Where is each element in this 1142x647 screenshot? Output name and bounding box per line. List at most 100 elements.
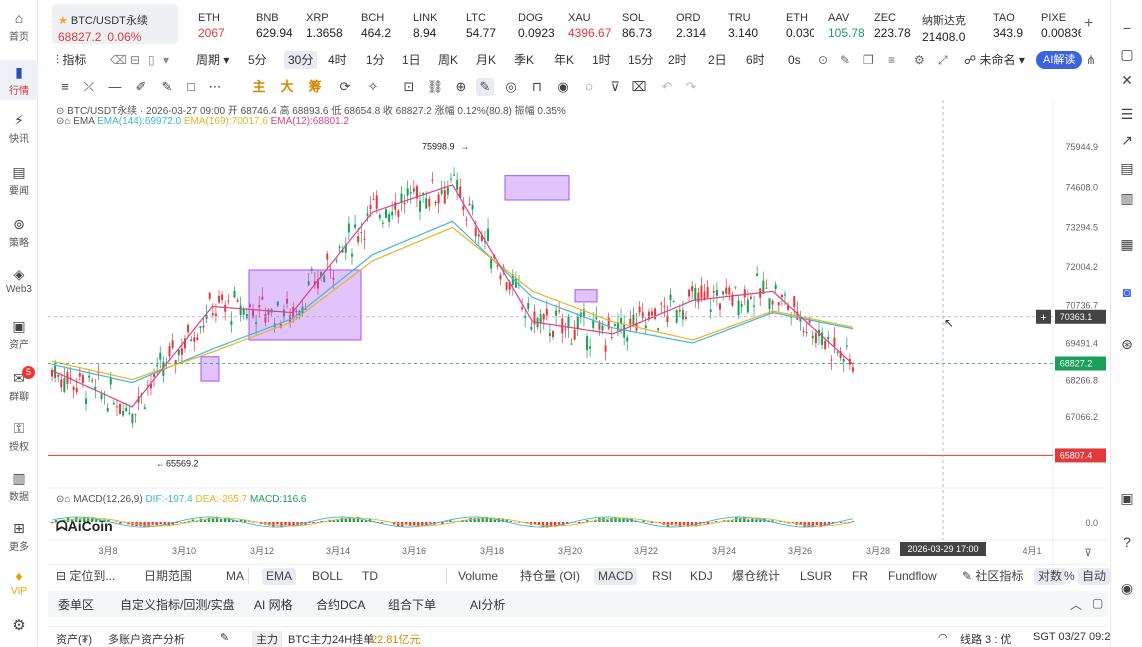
grid-layout-icon[interactable]: ⊟ <box>130 51 140 69</box>
indicator-tab-5[interactable]: 持仓量 (OI) <box>520 568 580 585</box>
nav-item-vip[interactable]: ♦ VIP <box>0 568 38 604</box>
layout-dropdown-icon[interactable]: ▾ <box>163 51 169 69</box>
ticker-item[interactable]: LINK 8.94 <box>413 4 458 44</box>
community-indicator-button[interactable]: ✎ 社区指标 <box>962 568 1023 585</box>
indicator-tab-6[interactable]: MACD <box>594 568 638 585</box>
settings-icon[interactable]: ⚙ <box>914 51 925 69</box>
camera-icon[interactable]: ⊙ <box>818 51 828 69</box>
share-icon[interactable]: ⋔ <box>1086 51 1096 69</box>
nav-item-news-flash[interactable]: ⚡ 快讯 <box>0 112 38 148</box>
date-range-button[interactable]: 日期范围 <box>144 568 192 585</box>
interval-5[interactable]: 周K <box>438 51 458 69</box>
indicator-tab-12[interactable]: Fundflow <box>888 568 937 585</box>
nav-item-chat[interactable]: ✉ 群聊 5 <box>0 366 38 406</box>
nav-item-home[interactable]: ⌂ 首页 <box>0 10 38 46</box>
kline-chart[interactable]: 75944.9 74608.0 73294.5 72004.2 70736.7 69491… <box>48 100 1108 564</box>
line-status[interactable]: 线路 3 : 优 <box>960 631 1011 647</box>
ticker-item[interactable]: 纳斯达克 21408.0 <box>922 4 972 44</box>
nav-item-robot[interactable]: ⊚ 策略 <box>0 216 38 252</box>
indicator-tab-3[interactable]: TD <box>362 568 378 585</box>
pencil-tool-icon[interactable]: ✎ <box>158 78 176 96</box>
interval-4[interactable]: 1日 <box>402 51 421 69</box>
panel-maximize-icon[interactable]: ▢ <box>1092 596 1103 610</box>
indicator-tab-9[interactable]: 爆仓统计 <box>732 568 780 585</box>
bottom-tab-3[interactable]: 合约DCA <box>316 596 365 613</box>
close-window-icon[interactable]: ✕ <box>1119 72 1135 88</box>
layers-icon[interactable]: ≡ <box>888 51 895 69</box>
indicator-tab-11[interactable]: FR <box>852 568 868 585</box>
undo-icon[interactable]: ↶ <box>658 78 676 96</box>
edit-icon[interactable]: ✎ <box>220 631 229 644</box>
nav-item-key[interactable]: ⚿ 授权 <box>0 420 38 456</box>
multi-account-analysis[interactable]: 多账户资产分析 <box>108 631 185 647</box>
indicator-tab-2[interactable]: BOLL <box>312 568 343 585</box>
document-icon[interactable]: ▥ <box>1119 190 1135 206</box>
settings-icon[interactable]: ⚙ <box>10 616 28 634</box>
ticker-item[interactable]: ETH 0.03005 <box>786 4 814 44</box>
interval-0[interactable]: 5分 <box>248 51 267 69</box>
auto-draw-icon[interactable]: ⟳ <box>336 78 354 96</box>
redo-icon[interactable]: ↷ <box>682 78 700 96</box>
lock-icon[interactable]: ⊓ <box>528 78 546 96</box>
help-icon[interactable]: ? <box>1119 534 1135 550</box>
main-chart-button[interactable]: 主 <box>250 78 268 96</box>
percent-toggle[interactable]: % <box>1064 568 1075 585</box>
fullscreen-icon[interactable]: ⤢ <box>938 51 948 69</box>
panel-icon[interactable]: ▣ <box>1119 490 1135 506</box>
draw-mode-icon[interactable]: ✎ <box>476 78 494 96</box>
interval-9[interactable]: 1时 <box>592 51 611 69</box>
ticker-item[interactable]: XAU 4396.67 <box>568 4 612 44</box>
ticker-item[interactable]: ORD 2.314 <box>676 4 718 44</box>
interval-1[interactable]: 30分 <box>284 51 318 69</box>
pen-icon[interactable]: ✎ <box>840 51 850 69</box>
chip-button[interactable]: 筹 <box>306 78 324 96</box>
indicator-tab-1[interactable]: EMA <box>262 568 297 585</box>
crosshair-tool-icon[interactable]: ⤫ <box>80 78 98 96</box>
ticker-item[interactable]: AAV 105.78 <box>828 4 864 44</box>
order-zone-box[interactable] <box>504 175 570 201</box>
interval-12[interactable]: 2日 <box>708 51 727 69</box>
rectangle-tool-icon[interactable]: □ <box>182 78 200 96</box>
nav-item-wallet[interactable]: ▣ 资产 <box>0 318 38 354</box>
ruler-icon[interactable]: ⊡ <box>400 78 418 96</box>
brush-tool-icon[interactable]: ✐ <box>132 78 150 96</box>
filter-icon[interactable]: ⊽ <box>606 78 624 96</box>
hide-icon[interactable]: ◉ <box>554 78 572 96</box>
table-icon[interactable]: ▦ <box>1119 236 1135 252</box>
ticker-item[interactable]: TAO 343.9 <box>993 4 1029 44</box>
ticker-item[interactable]: ZEC 223.78 <box>874 4 914 44</box>
bottom-tab-1[interactable]: 自定义指标/回测/实盘 <box>120 596 235 613</box>
nav-item-grid[interactable]: ⊞ 更多 <box>0 520 38 556</box>
order-zone-box[interactable] <box>200 356 220 382</box>
bottom-tab-0[interactable]: 委单区 <box>58 596 94 613</box>
ticker-item[interactable]: PIXE 0.00836 <box>1041 4 1081 44</box>
book-icon[interactable]: ▤ <box>1119 160 1135 176</box>
ticker-item[interactable]: TRU 3.140 <box>728 4 768 44</box>
interval-2[interactable]: 4时 <box>328 51 347 69</box>
indicator-tab-10[interactable]: LSUR <box>800 568 832 585</box>
ticker-item[interactable]: BCH 464.2 <box>361 4 401 44</box>
ticker-item[interactable]: LTC 54.77 <box>466 4 508 44</box>
interval-6[interactable]: 月K <box>476 51 496 69</box>
bottom-tab-4[interactable]: 组合下单 <box>388 596 436 613</box>
interval-7[interactable]: 季K <box>514 51 534 69</box>
window-icon[interactable]: ▢ <box>1119 46 1135 62</box>
log-toggle[interactable]: 对数 <box>1034 568 1067 585</box>
interval-3[interactable]: 1分 <box>366 51 385 69</box>
history-icon[interactable]: ⊛ <box>1119 336 1135 352</box>
nav-item-chart-bar[interactable]: ▮ 行情 <box>0 60 38 100</box>
interval-10[interactable]: 15分 <box>628 51 653 69</box>
ema-settings-icon[interactable]: ⊙⌂ <box>56 116 73 127</box>
line-tool-icon[interactable]: — <box>106 78 124 96</box>
ticker-item[interactable]: ETH 2067.73 <box>198 4 226 44</box>
minimize-icon[interactable]: − <box>1119 20 1135 36</box>
order-zone-box[interactable] <box>248 269 362 341</box>
bottom-tab-2[interactable]: AI 网格 <box>254 596 293 613</box>
more-tools-icon[interactable]: ⋯ <box>206 78 224 96</box>
chat-bot-icon[interactable]: ◉ <box>1119 580 1135 596</box>
layout-icon[interactable]: ▯ <box>148 51 155 69</box>
macd-settings-icon[interactable]: ⊙⌂ <box>56 494 73 505</box>
magnet-icon[interactable]: ◎ <box>502 78 520 96</box>
ticker-item[interactable]: XRP 1.3658 <box>306 4 350 44</box>
robot-icon[interactable]: ◙ <box>1119 284 1135 300</box>
